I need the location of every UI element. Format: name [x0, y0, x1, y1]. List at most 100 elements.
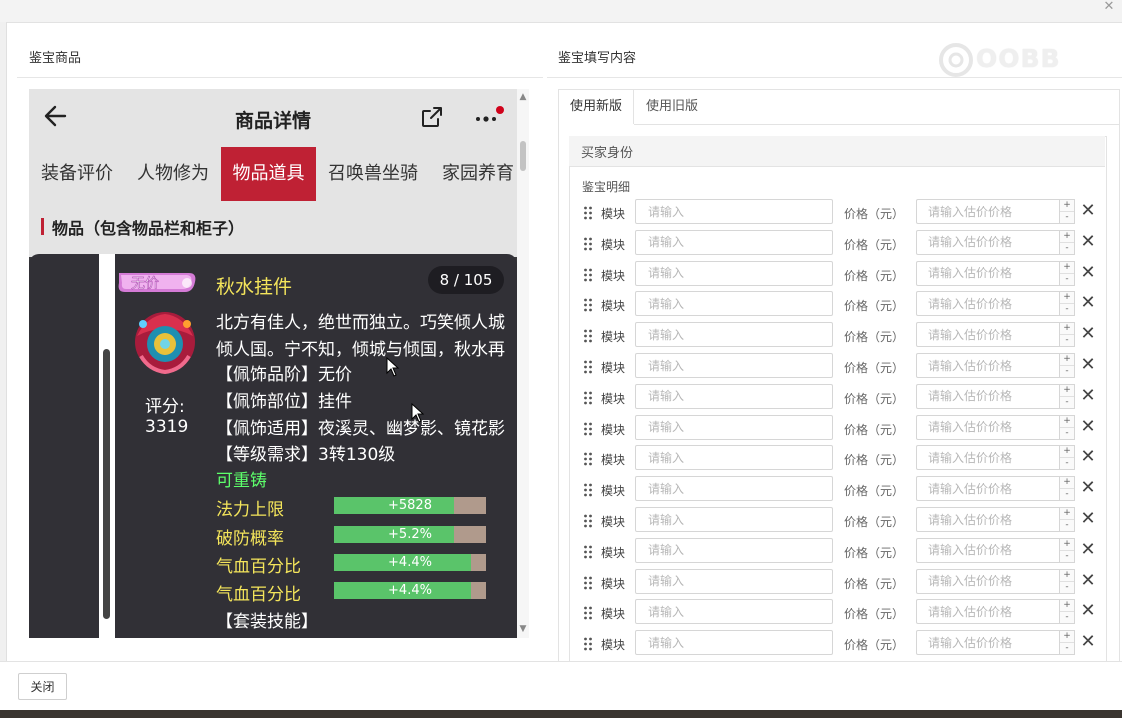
- module-input[interactable]: [635, 353, 833, 378]
- phone-tab-items[interactable]: 物品道具: [221, 147, 316, 201]
- drag-handle-icon[interactable]: [583, 206, 593, 220]
- drag-handle-icon[interactable]: [583, 576, 593, 590]
- close-button[interactable]: 关闭: [18, 673, 67, 700]
- close-icon[interactable]: ✕: [1080, 202, 1096, 220]
- module-input[interactable]: [635, 568, 833, 594]
- decrement-icon[interactable]: -: [1060, 397, 1074, 408]
- close-icon[interactable]: ✕: [1080, 417, 1096, 436]
- price-input[interactable]: [916, 199, 1060, 224]
- decrement-icon[interactable]: -: [1060, 643, 1074, 654]
- increment-icon[interactable]: +: [1060, 385, 1074, 397]
- increment-icon[interactable]: +: [1060, 200, 1074, 212]
- price-input[interactable]: [916, 537, 1060, 563]
- more-icon[interactable]: [474, 106, 504, 128]
- decrement-icon[interactable]: -: [1060, 551, 1074, 562]
- close-icon[interactable]: ✕: [1080, 263, 1096, 282]
- close-icon[interactable]: ✕: [1080, 232, 1096, 251]
- increment-icon[interactable]: +: [1060, 416, 1074, 428]
- increment-icon[interactable]: +: [1060, 292, 1074, 305]
- drag-handle-icon[interactable]: [583, 637, 593, 651]
- price-input[interactable]: [916, 476, 1060, 502]
- drag-handle-icon[interactable]: [583, 391, 593, 405]
- drag-handle-icon[interactable]: [583, 545, 593, 559]
- share-icon[interactable]: [419, 104, 445, 130]
- increment-icon[interactable]: +: [1060, 446, 1074, 459]
- module-input[interactable]: [635, 599, 833, 625]
- drag-handle-icon[interactable]: [583, 360, 593, 374]
- decrement-icon[interactable]: -: [1060, 612, 1074, 623]
- module-input[interactable]: [635, 260, 833, 286]
- increment-icon[interactable]: +: [1060, 631, 1074, 644]
- close-icon[interactable]: ✕: [1080, 448, 1096, 466]
- drag-handle-icon[interactable]: [583, 329, 593, 343]
- phone-tab-cultivation[interactable]: 人物修为: [125, 147, 221, 201]
- price-input[interactable]: [916, 229, 1060, 255]
- price-input[interactable]: [916, 630, 1060, 656]
- close-icon[interactable]: ✕: [1080, 356, 1096, 374]
- drag-handle-icon[interactable]: [583, 268, 593, 282]
- module-input[interactable]: [635, 322, 833, 348]
- close-icon[interactable]: ✕: [1080, 571, 1096, 590]
- increment-icon[interactable]: +: [1060, 477, 1074, 490]
- price-input[interactable]: [916, 383, 1060, 409]
- module-input[interactable]: [635, 383, 833, 409]
- module-input[interactable]: [635, 199, 833, 224]
- decrement-icon[interactable]: -: [1060, 304, 1074, 315]
- decrement-icon[interactable]: -: [1060, 520, 1074, 531]
- window-close-icon[interactable]: ✕: [1102, 0, 1116, 14]
- scroll-down-icon[interactable]: ▼: [517, 624, 529, 634]
- increment-icon[interactable]: +: [1060, 262, 1074, 274]
- decrement-icon[interactable]: -: [1060, 366, 1074, 377]
- scroll-up-icon[interactable]: ▲: [517, 92, 529, 102]
- module-input[interactable]: [635, 291, 833, 317]
- decrement-icon[interactable]: -: [1060, 274, 1074, 285]
- card-scrollbar[interactable]: [99, 254, 115, 638]
- decrement-icon[interactable]: -: [1060, 582, 1074, 593]
- phone-tab-home[interactable]: 家园养育: [430, 147, 517, 201]
- phone-tab-equipment[interactable]: 装备评价: [29, 147, 125, 201]
- drag-handle-icon[interactable]: [583, 298, 593, 312]
- phone-tab-pets-mounts[interactable]: 召唤兽坐骑: [316, 147, 430, 201]
- price-input[interactable]: [916, 507, 1060, 532]
- module-input[interactable]: [635, 507, 833, 532]
- close-icon[interactable]: ✕: [1080, 325, 1096, 343]
- increment-icon[interactable]: +: [1060, 323, 1074, 336]
- drag-handle-icon[interactable]: [583, 237, 593, 251]
- card-scrollbar-thumb[interactable]: [103, 349, 110, 619]
- close-icon[interactable]: ✕: [1080, 602, 1096, 620]
- decrement-icon[interactable]: -: [1060, 489, 1074, 500]
- module-input[interactable]: [635, 476, 833, 502]
- increment-icon[interactable]: +: [1060, 600, 1074, 613]
- increment-icon[interactable]: +: [1060, 231, 1074, 243]
- drag-handle-icon[interactable]: [583, 422, 593, 436]
- close-icon[interactable]: ✕: [1080, 386, 1096, 405]
- price-input[interactable]: [916, 599, 1060, 625]
- decrement-icon[interactable]: -: [1060, 335, 1074, 346]
- increment-icon[interactable]: +: [1060, 508, 1074, 520]
- price-input[interactable]: [916, 414, 1060, 440]
- drag-handle-icon[interactable]: [583, 452, 593, 466]
- left-panel-scrollbar[interactable]: ▲ ▼: [517, 89, 529, 638]
- price-input[interactable]: [916, 291, 1060, 317]
- tab-old-version[interactable]: 使用旧版: [635, 90, 709, 124]
- price-input[interactable]: [916, 260, 1060, 286]
- scrollbar-thumb[interactable]: [520, 141, 526, 171]
- module-input[interactable]: [635, 414, 833, 440]
- module-input[interactable]: [635, 445, 833, 471]
- module-input[interactable]: [635, 630, 833, 656]
- drag-handle-icon[interactable]: [583, 606, 593, 620]
- tab-new-version[interactable]: 使用新版: [559, 90, 635, 124]
- close-icon[interactable]: ✕: [1080, 633, 1096, 651]
- decrement-icon[interactable]: -: [1060, 243, 1074, 254]
- decrement-icon[interactable]: -: [1060, 458, 1074, 469]
- decrement-icon[interactable]: -: [1060, 428, 1074, 439]
- module-input[interactable]: [635, 229, 833, 255]
- decrement-icon[interactable]: -: [1060, 212, 1074, 223]
- module-input[interactable]: [635, 537, 833, 563]
- price-input[interactable]: [916, 568, 1060, 594]
- close-icon[interactable]: ✕: [1080, 510, 1096, 528]
- drag-handle-icon[interactable]: [583, 483, 593, 497]
- close-icon[interactable]: ✕: [1080, 294, 1096, 312]
- increment-icon[interactable]: +: [1060, 539, 1074, 551]
- drag-handle-icon[interactable]: [583, 514, 593, 528]
